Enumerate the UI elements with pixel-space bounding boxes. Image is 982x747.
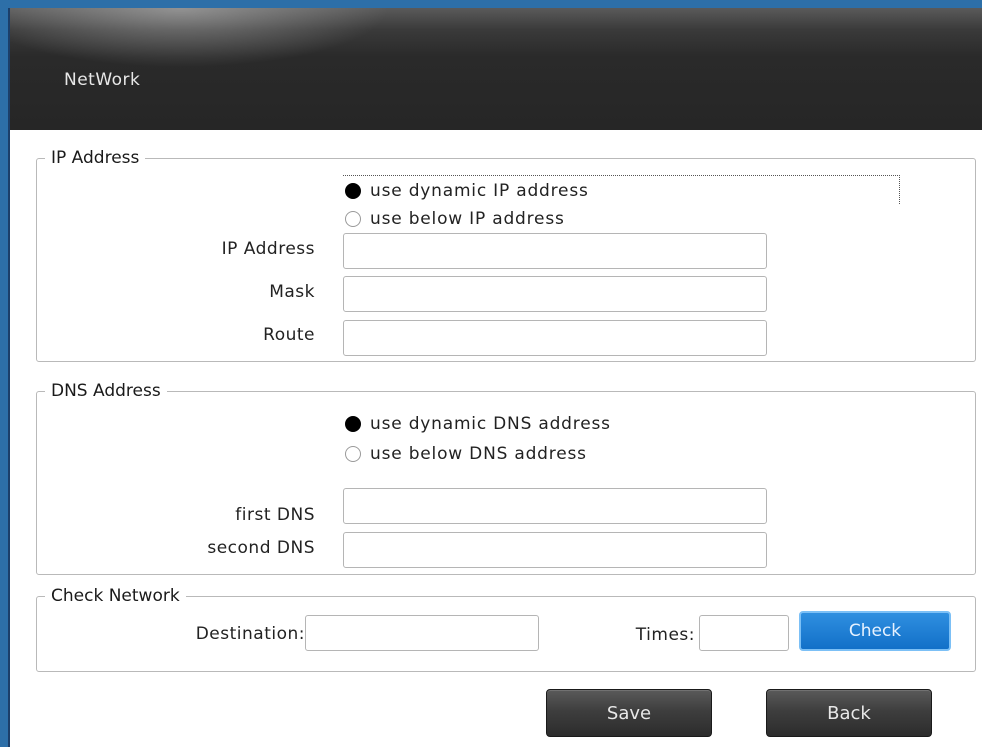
second-dns-label: second DNS <box>207 538 315 558</box>
radio-static-ip-label: use below IP address <box>370 209 565 229</box>
save-button[interactable]: Save <box>546 689 712 737</box>
check-network-legend: Check Network <box>45 586 186 606</box>
dns-address-group: DNS Address use dynamic DNS address use … <box>36 381 976 575</box>
network-window: NetWork IP Address use dynamic IP addres… <box>8 8 982 747</box>
times-label: Times: <box>635 625 695 645</box>
ip-address-input[interactable] <box>343 233 767 269</box>
check-network-group: Check Network Destination: Times: Check <box>36 586 976 672</box>
times-input[interactable] <box>699 615 789 651</box>
radio-static-dns[interactable]: use below DNS address <box>345 444 587 464</box>
first-dns-label: first DNS <box>235 505 315 525</box>
radio-static-dns-label: use below DNS address <box>370 444 587 464</box>
ip-address-group: IP Address use dynamic IP address use be… <box>36 148 976 362</box>
radio-dynamic-dns-indicator[interactable] <box>345 416 361 432</box>
ip-address-legend: IP Address <box>45 148 146 168</box>
radio-dynamic-dns[interactable]: use dynamic DNS address <box>345 414 611 434</box>
ip-address-label: IP Address <box>221 239 315 259</box>
mask-input[interactable] <box>343 276 767 312</box>
radio-static-dns-indicator[interactable] <box>345 446 361 462</box>
second-dns-input[interactable] <box>343 532 767 568</box>
back-button[interactable]: Back <box>766 689 932 737</box>
radio-dynamic-ip-indicator[interactable] <box>345 183 361 199</box>
route-label: Route <box>263 325 315 345</box>
check-button[interactable]: Check <box>799 611 951 651</box>
radio-dynamic-dns-label: use dynamic DNS address <box>370 414 611 434</box>
mask-label: Mask <box>269 282 315 302</box>
dns-address-legend: DNS Address <box>45 381 167 401</box>
first-dns-input[interactable] <box>343 488 767 524</box>
destination-label: Destination: <box>195 624 305 644</box>
radio-dynamic-ip[interactable]: use dynamic IP address <box>345 181 589 201</box>
route-input[interactable] <box>343 320 767 356</box>
window-title: NetWork <box>64 70 141 90</box>
radio-static-ip[interactable]: use below IP address <box>345 209 565 229</box>
radio-dynamic-ip-label: use dynamic IP address <box>370 181 589 201</box>
radio-static-ip-indicator[interactable] <box>345 211 361 227</box>
title-bar-gloss <box>10 8 390 68</box>
title-bar: NetWork <box>10 8 982 130</box>
